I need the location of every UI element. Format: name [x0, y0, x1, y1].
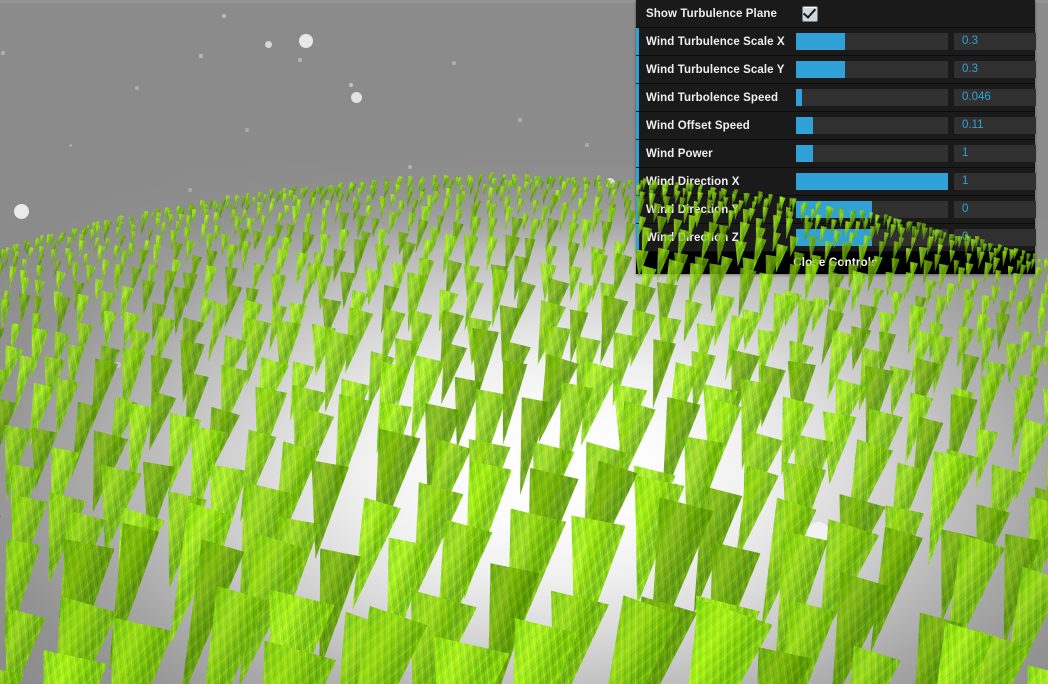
control-row-wind-direction-x[interactable]: Wind Direction X1 — [636, 168, 1036, 196]
value-field-wind-offset-speed[interactable]: 0.11 — [954, 117, 1036, 134]
checkmark-icon[interactable] — [802, 5, 818, 22]
control-label-show-turbulence-plane: Show Turbulence Plane — [646, 7, 777, 20]
value-field-wind-turbolence-speed[interactable]: 0.046 — [954, 89, 1036, 106]
grass-blade — [1042, 259, 1048, 273]
slider-fill-wind-turbulence-scale-x — [796, 33, 845, 50]
slider-fill-wind-turbolence-speed — [796, 89, 803, 106]
slider-fill-wind-turbulence-scale-y — [796, 61, 845, 78]
slider-wind-direction-x[interactable] — [796, 173, 948, 190]
slider-wind-turbolence-speed[interactable] — [796, 89, 948, 106]
slider-wind-offset-speed[interactable] — [796, 117, 948, 134]
value-field-wind-direction-x[interactable]: 1 — [954, 173, 1036, 190]
control-label-wind-turbulence-scale-y: Wind Turbulence Scale Y — [646, 63, 785, 76]
control-row-show-turbulence-plane[interactable]: Show Turbulence Plane — [636, 0, 1035, 28]
control-row-wind-turbulence-scale-x[interactable]: Wind Turbulence Scale X 0.3 — [636, 28, 1036, 56]
value-field-wind-turbulence-scale-y[interactable]: 0.3 — [954, 61, 1036, 78]
control-label-wind-turbolence-speed: Wind Turbolence Speed — [646, 91, 779, 104]
control-row-wind-offset-speed[interactable]: Wind Offset Speed 0.11 — [636, 112, 1036, 140]
app-window: Show Turbulence Plane Wind Turbulence Sca… — [0, 0, 1048, 684]
slider-fill-wind-power — [796, 145, 813, 162]
value-field-wind-direction-y[interactable]: 0 — [954, 201, 1036, 218]
control-row-wind-power[interactable]: Wind Power 1 — [636, 140, 1036, 168]
slider-wind-turbulence-scale-y[interactable] — [796, 61, 948, 78]
slider-wind-turbulence-scale-x[interactable] — [796, 33, 948, 50]
grass-blade — [956, 235, 963, 248]
control-label-wind-offset-speed: Wind Offset Speed — [646, 119, 750, 132]
slider-wind-power[interactable] — [796, 145, 948, 162]
grass-blade-surface — [1042, 259, 1048, 273]
slider-fill-wind-direction-x — [796, 173, 948, 190]
value-field-wind-turbulence-scale-x[interactable]: 0.3 — [954, 33, 1036, 50]
control-row-wind-turbolence-speed[interactable]: Wind Turbolence Speed 0.046 — [636, 84, 1036, 112]
grass-blade-surface — [956, 235, 963, 248]
control-row-wind-turbulence-scale-y[interactable]: Wind Turbulence Scale Y 0.3 — [636, 56, 1036, 84]
checkbox-wrap-show-turbulence-plane[interactable] — [792, 0, 818, 27]
value-field-wind-power[interactable]: 1 — [954, 145, 1036, 162]
slider-fill-wind-offset-speed — [796, 117, 813, 134]
control-label-wind-turbulence-scale-x: Wind Turbulence Scale X — [646, 35, 785, 48]
control-label-wind-power: Wind Power — [646, 147, 713, 160]
